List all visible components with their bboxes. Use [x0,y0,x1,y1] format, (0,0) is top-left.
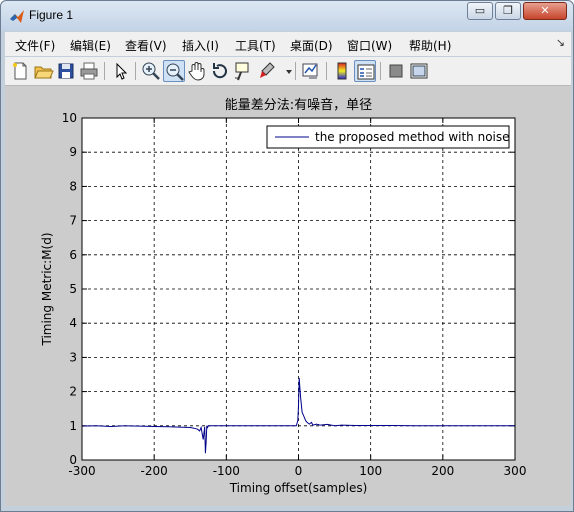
y-axis-label: Timing Metric:M(d) [40,232,54,346]
open-file-icon[interactable] [32,60,54,82]
colorbar-icon[interactable] [331,60,353,82]
zoom-in-icon[interactable] [140,60,162,82]
minimize-button[interactable]: ▭ [467,2,493,20]
rotate-3d-icon[interactable] [209,60,231,82]
brush-dropdown-icon[interactable] [278,60,292,82]
data-cursor-icon[interactable] [232,60,254,82]
title-bar: Figure 1 ▭ ❐ ✕ [1,1,573,31]
y-tick-label: 10 [62,111,77,125]
y-tick-label: 1 [69,419,77,433]
link-plot-icon[interactable] [300,60,322,82]
y-tick-label: 6 [69,248,77,262]
x-tick-label: -200 [141,464,168,478]
menu-overflow-icon[interactable]: ↘ [556,36,565,49]
x-tick-label: 200 [431,464,454,478]
y-tick-label: 2 [69,385,77,399]
menu-help[interactable]: 帮助(H) [409,37,451,54]
pointer-icon[interactable] [109,60,131,82]
menu-tools[interactable]: 工具(T) [235,37,276,54]
menu-insert[interactable]: 插入(I) [182,37,219,54]
close-button[interactable]: ✕ [523,2,567,20]
chart-area: -300 -200 -100 0 100 200 300012345678910能量差分法:… [40,97,527,495]
print-icon[interactable] [78,60,100,82]
figure-window: Figure 1 ▭ ❐ ✕ 文件(F) 编辑(E) 查看(V) 插入(I) 工… [0,0,574,512]
x-tick-label: 100 [359,464,382,478]
pan-icon[interactable] [186,60,208,82]
x-tick-label: 300 [504,464,527,478]
x-axis-label: Timing offset(samples) [229,481,368,495]
show-plot-tools-icon[interactable] [408,60,430,82]
toolbar-separator [326,62,327,80]
hide-plot-tools-icon[interactable] [385,60,407,82]
matlab-logo-icon [10,10,24,23]
maximize-button[interactable]: ❐ [495,2,521,20]
new-figure-icon[interactable] [9,60,31,82]
save-icon[interactable] [55,60,77,82]
chart-title: 能量差分法:有噪音，单径 [225,97,372,113]
toolbar-separator [295,62,296,80]
y-tick-label: 3 [69,350,77,364]
figure-toolbar [5,57,571,86]
menu-view[interactable]: 查看(V) [125,37,167,54]
x-tick-label: 0 [295,464,303,478]
y-tick-label: 5 [69,282,77,296]
menu-edit[interactable]: 编辑(E) [70,37,111,54]
figure-canvas: -300 -200 -100 0 100 200 300 0 1 2 3 4 5 6 7 8 9 10 能量差分法:… [5,86,571,506]
toolbar-separator [104,62,105,80]
menu-desktop[interactable]: 桌面(D) [290,37,333,54]
y-tick-label: 9 [69,145,77,159]
legend-entry: the proposed method with noise [315,130,510,144]
menu-window[interactable]: 窗口(W) [347,37,392,54]
window-title: Figure 1 [29,8,74,22]
y-tick-label: 7 [69,214,77,228]
y-tick-label: 4 [69,316,77,330]
legend-icon[interactable] [354,60,376,82]
x-tick-label: -100 [213,464,240,478]
menu-bar: 文件(F) 编辑(E) 查看(V) 插入(I) 工具(T) 桌面(D) 窗口(W… [5,32,571,56]
menu-file[interactable]: 文件(F) [15,37,55,54]
toolbar-separator [135,62,136,80]
y-tick-label: 0 [69,453,77,467]
zoom-out-icon[interactable] [163,60,185,82]
toolbar-separator [380,62,381,80]
brush-icon[interactable] [255,60,277,82]
y-tick-label: 8 [69,179,77,193]
